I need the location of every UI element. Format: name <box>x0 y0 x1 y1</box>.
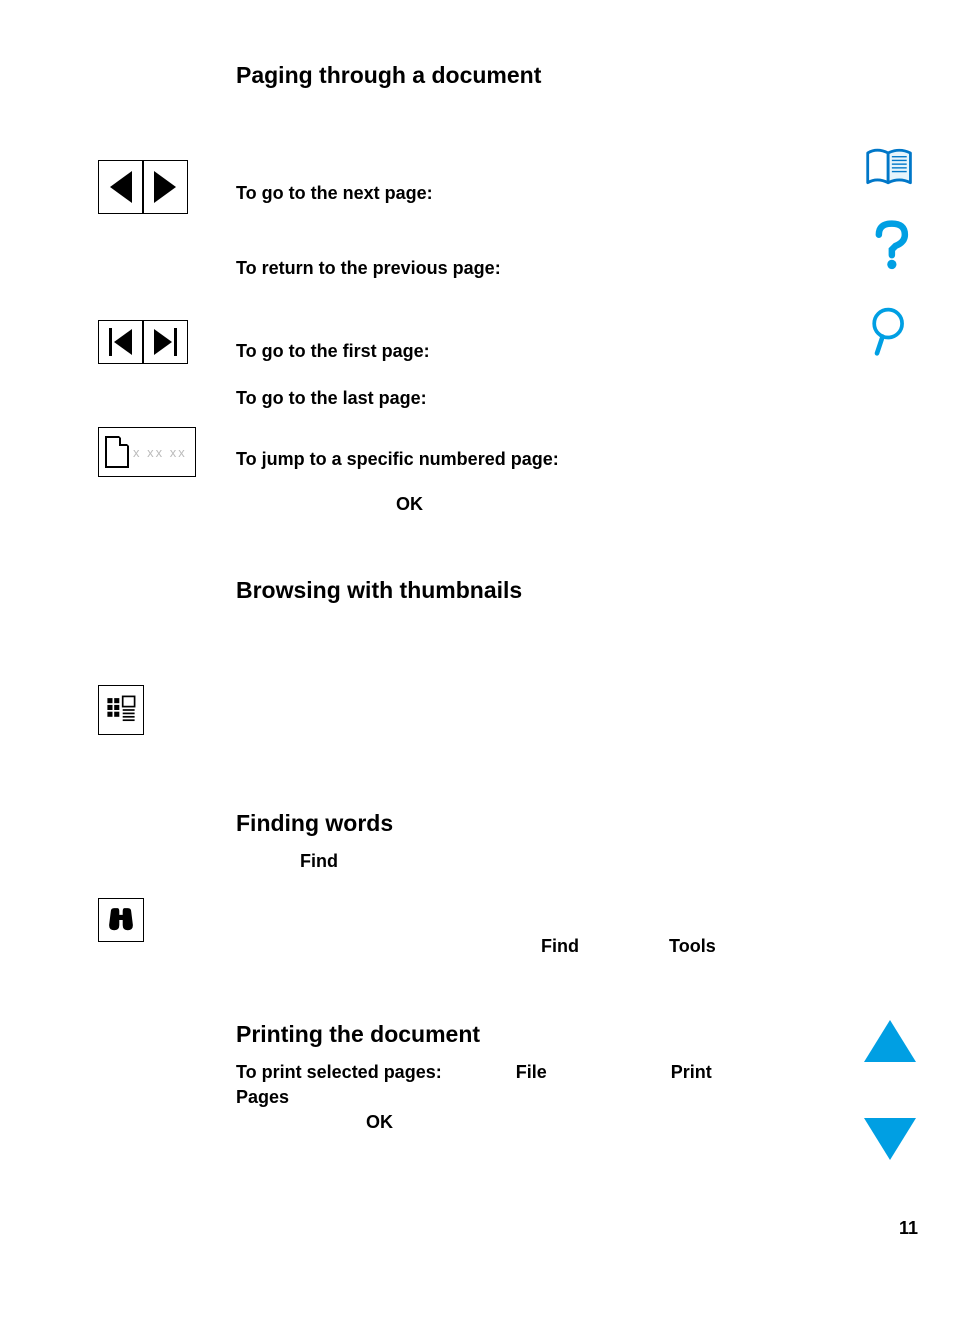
contents-book-icon[interactable] <box>862 140 918 197</box>
next-page-triangle-icon <box>154 171 176 203</box>
help-question-icon[interactable] <box>862 218 918 275</box>
line-first-page: To go to the first page: <box>236 341 796 362</box>
heading-printing: Printing the document <box>236 1021 796 1048</box>
line-print-ok: OK <box>366 1112 796 1133</box>
prev-next-page-icon <box>98 160 188 214</box>
goto-placeholder: x xx xx <box>133 445 187 460</box>
last-page-triangle-icon <box>154 329 172 355</box>
prev-page-triangle-icon <box>110 171 132 203</box>
heading-finding: Finding words <box>236 810 796 837</box>
binoculars-icon <box>98 898 144 942</box>
line-jump: To jump to a specific numbered page: <box>236 449 796 470</box>
line-print-selected: To print selected pages: File Print <box>236 1062 796 1083</box>
line-paging-ok: OK <box>236 494 796 515</box>
thumbnails-view-icon <box>98 685 144 735</box>
line-find-cmd: Find <box>300 851 796 872</box>
page-number: 11 <box>899 1218 918 1239</box>
search-magnifier-icon[interactable] <box>862 305 918 362</box>
line-prev-page: To return to the previous page: <box>236 258 796 279</box>
first-page-triangle-icon <box>114 329 132 355</box>
page-glyph-icon <box>105 436 129 468</box>
page-up-icon[interactable] <box>862 1020 918 1062</box>
goto-page-icon: x xx xx <box>98 427 196 477</box>
line-next-page: To go to the next page: <box>236 183 796 204</box>
line-find-tools: Find Tools <box>236 936 796 957</box>
heading-thumbnails: Browsing with thumbnails <box>236 577 796 604</box>
first-last-page-icon <box>98 320 188 364</box>
line-print-pages: Pages <box>236 1087 796 1108</box>
heading-paging: Paging through a document <box>236 62 796 89</box>
line-last-page: To go to the last page: <box>236 388 796 409</box>
page-down-icon[interactable] <box>862 1118 918 1160</box>
